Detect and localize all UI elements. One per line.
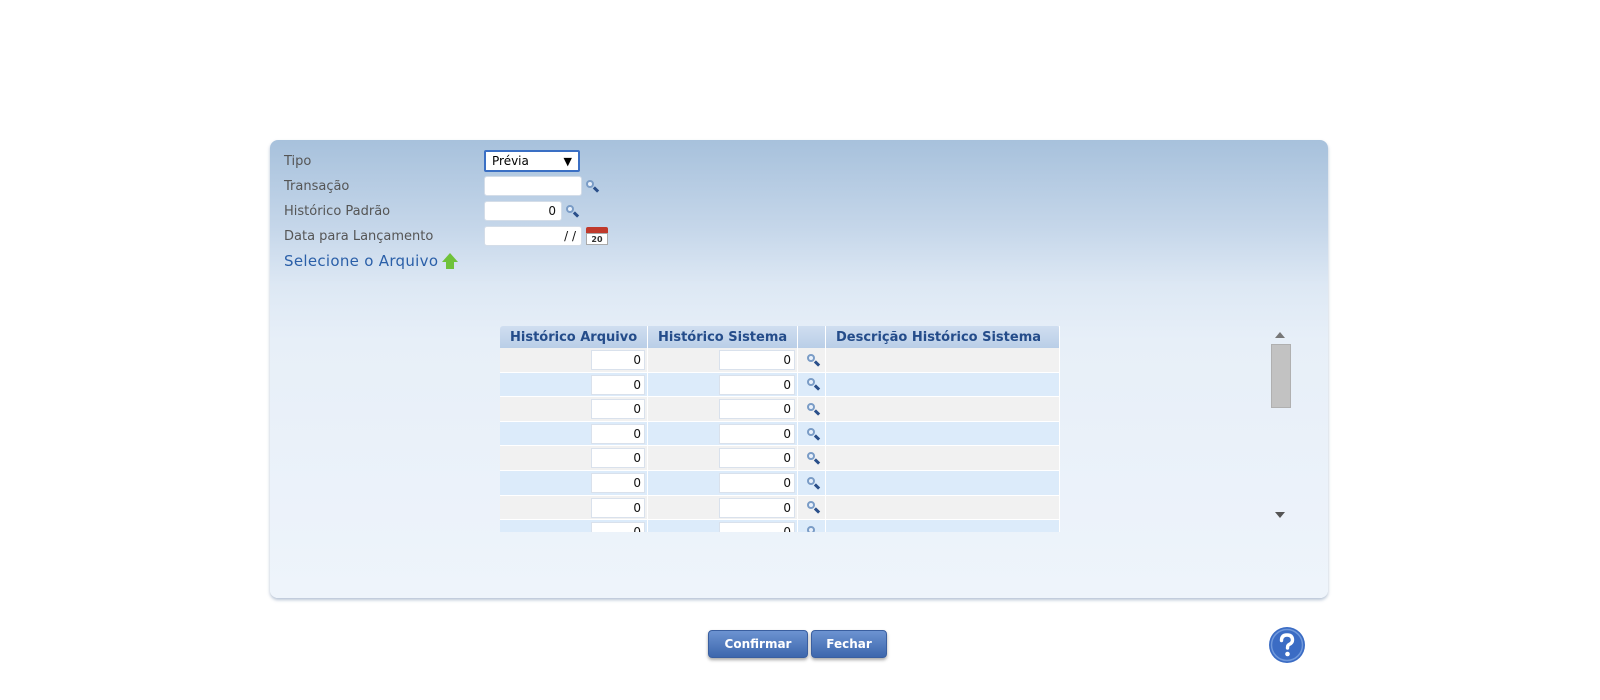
divider [280,280,1318,281]
historico-arquivo-input[interactable]: 0 [591,472,645,493]
table-row: 0 0 [500,372,1060,398]
historico-sistema-input[interactable]: 0 [719,448,795,469]
column-historico-sistema: Histórico Sistema [648,326,798,348]
search-icon[interactable] [564,203,580,219]
historico-sistema-input[interactable]: 0 [719,423,795,444]
search-icon[interactable] [805,426,821,442]
search-icon[interactable] [805,376,821,392]
calendar-icon[interactable]: 20 [586,226,608,246]
descricao-cell [826,495,1060,520]
calendar-day: 20 [586,233,608,245]
table-row: 0 0 [500,520,1060,532]
historico-sistema-input[interactable]: 0 [719,399,795,420]
historico-arquivo-input[interactable]: 0 [591,497,645,518]
search-icon[interactable] [805,524,821,532]
historico-sistema-input[interactable]: 0 [719,350,795,370]
scroll-thumb[interactable] [1271,344,1291,408]
historico-arquivo-input[interactable]: 0 [591,399,645,420]
historico-sistema-input[interactable]: 0 [719,522,795,532]
historico-sistema-input[interactable]: 0 [719,472,795,493]
tipo-select[interactable]: Prévia ▼ [484,150,580,172]
historico-sistema-input[interactable]: 0 [719,497,795,518]
search-icon[interactable] [584,178,600,194]
historico-arquivo-input[interactable]: 0 [591,448,645,469]
descricao-cell [826,348,1060,372]
transacao-label: Transação [284,178,350,194]
search-icon[interactable] [805,499,821,515]
table-row: 0 0 [500,397,1060,422]
search-icon[interactable] [805,475,821,491]
historico-padrao-row: Histórico Padrão 0 [284,200,580,222]
historico-padrao-input[interactable]: 0 [484,201,562,221]
descricao-cell [826,520,1060,532]
historico-sistema-input[interactable]: 0 [719,374,795,395]
scroll-up-arrow-icon[interactable] [1275,332,1285,338]
history-grid: Histórico Arquivo Histórico Sistema Desc… [500,326,1060,532]
descricao-cell [826,421,1060,446]
historico-arquivo-input[interactable]: 0 [591,350,645,370]
select-file-label: Selecione o Arquivo [284,252,439,270]
historico-padrao-label: Histórico Padrão [284,203,391,219]
select-file-link[interactable]: Selecione o Arquivo [284,252,459,270]
search-icon[interactable] [805,352,821,368]
historico-arquivo-input[interactable]: 0 [591,522,645,532]
scroll-down-arrow-icon[interactable] [1275,512,1285,518]
close-button[interactable]: Fechar [811,630,887,658]
descricao-cell [826,470,1060,495]
transacao-row: Transação [284,175,600,197]
historico-arquivo-input[interactable]: 0 [591,374,645,395]
import-panel: Tipo Prévia ▼ Transação Histórico Padrão… [270,140,1328,598]
descricao-cell [826,372,1060,397]
column-historico-arquivo: Histórico Arquivo [500,326,648,348]
column-descricao: Descrição Histórico Sistema [826,326,1060,348]
grid-header: Histórico Arquivo Histórico Sistema Desc… [500,326,1060,348]
tipo-label: Tipo [284,153,312,169]
data-lancamento-label: Data para Lançamento [284,228,434,244]
help-icon[interactable] [1268,626,1306,664]
historico-arquivo-input[interactable]: 0 [591,423,645,444]
data-lancamento-input[interactable]: / / [484,226,582,246]
confirm-button[interactable]: Confirmar [708,630,808,658]
table-row: 0 0 [500,421,1060,447]
data-lancamento-row: Data para Lançamento / / 20 [284,225,608,247]
descricao-cell [826,446,1060,470]
transacao-input[interactable] [484,176,582,196]
chevron-down-icon: ▼ [563,154,572,168]
tipo-select-value: Prévia [492,154,529,168]
upload-arrow-icon [441,252,459,270]
descricao-cell [826,397,1060,421]
column-search [798,326,826,348]
search-icon[interactable] [805,450,821,466]
table-row: 0 0 [500,446,1060,471]
tipo-row: Tipo Prévia ▼ [284,150,580,172]
search-icon[interactable] [805,401,821,417]
table-row: 0 0 [500,495,1060,521]
grid-scrollbar[interactable] [1270,326,1292,526]
table-row: 0 0 [500,470,1060,496]
table-row: 0 0 [500,348,1060,373]
